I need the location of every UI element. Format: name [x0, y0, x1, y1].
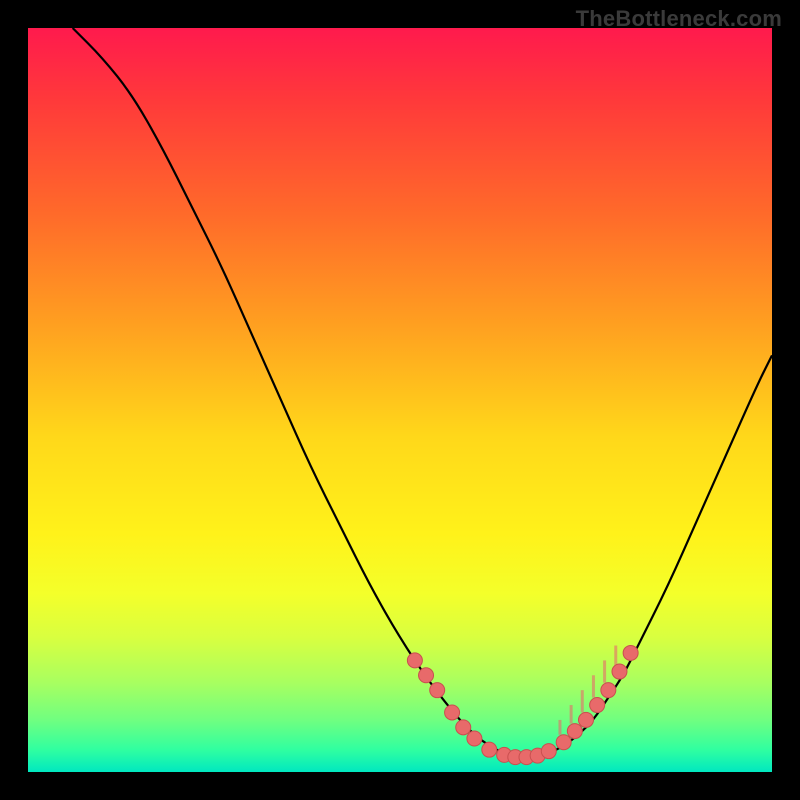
data-marker — [567, 724, 582, 739]
data-marker — [467, 731, 482, 746]
chart-container: TheBottleneck.com — [0, 0, 800, 800]
data-marker — [482, 742, 497, 757]
data-marker — [579, 712, 594, 727]
marker-group — [407, 645, 638, 764]
data-marker — [612, 664, 627, 679]
data-marker — [430, 683, 445, 698]
data-marker — [590, 698, 605, 713]
chart-svg — [28, 28, 772, 772]
tick-bar — [558, 720, 561, 735]
tick-bar — [603, 660, 606, 682]
data-marker — [541, 744, 556, 759]
data-marker — [407, 653, 422, 668]
tick-bar — [570, 705, 573, 724]
bottleneck-curve — [73, 28, 772, 757]
tick-bar — [592, 675, 595, 697]
data-marker — [419, 668, 434, 683]
data-marker — [445, 705, 460, 720]
data-marker — [623, 645, 638, 660]
tick-bar — [581, 690, 584, 712]
data-marker — [556, 735, 571, 750]
curve-group — [73, 28, 772, 757]
data-marker — [601, 683, 616, 698]
data-marker — [456, 720, 471, 735]
